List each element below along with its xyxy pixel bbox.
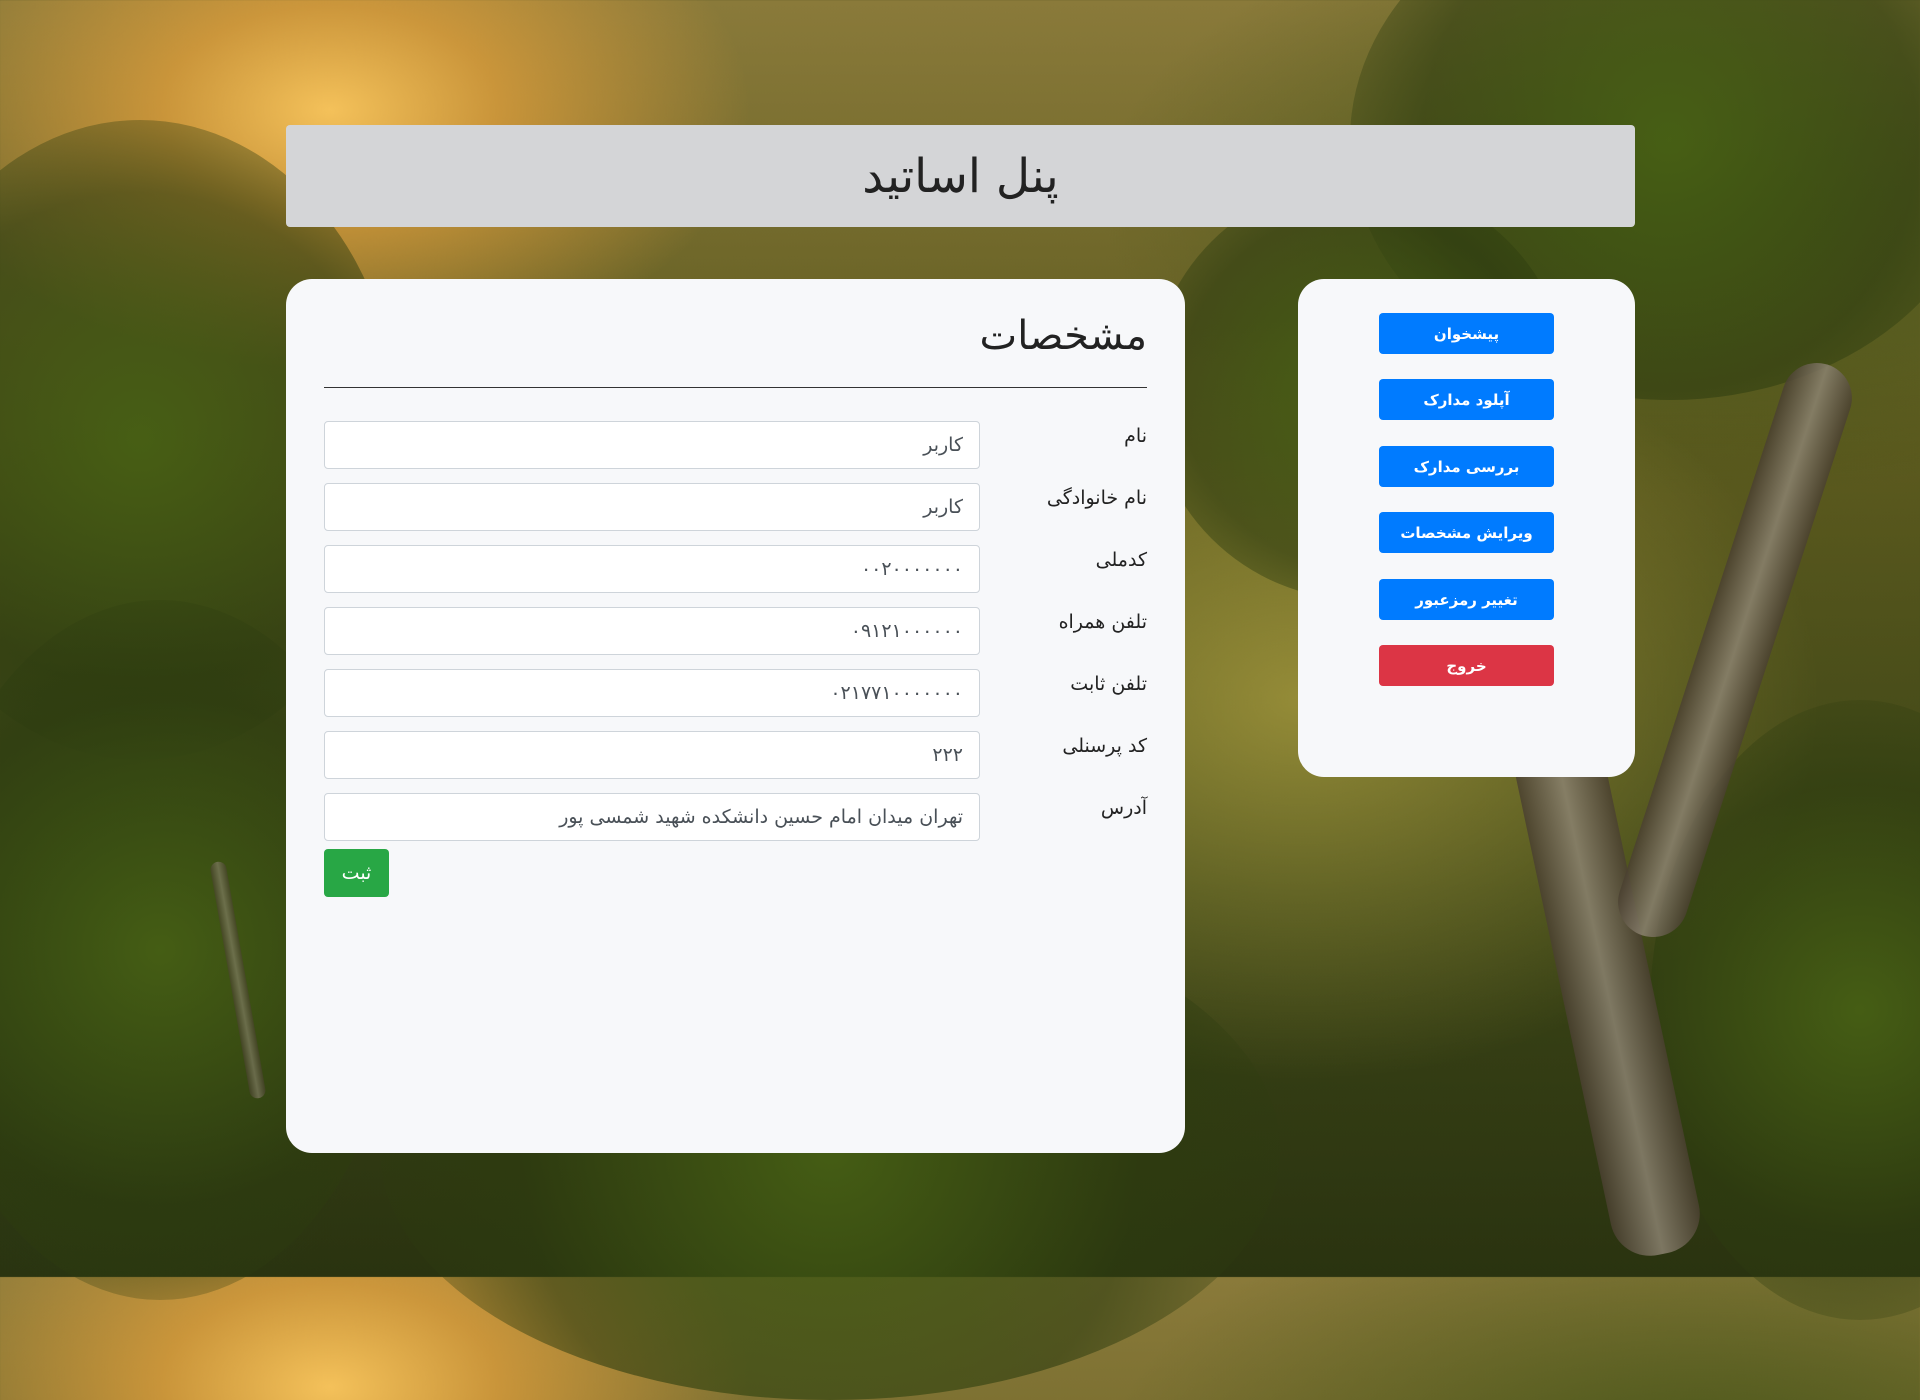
submit-button[interactable]: ثبت bbox=[324, 849, 389, 897]
personnel-code-input[interactable] bbox=[324, 731, 980, 779]
landline-input[interactable] bbox=[324, 669, 980, 717]
last-name-label: نام خانوادگی bbox=[1046, 487, 1147, 509]
national-id-input[interactable] bbox=[324, 545, 980, 593]
section-title: مشخصات bbox=[979, 313, 1147, 359]
form-row-mobile: تلفن همراه bbox=[324, 607, 1147, 655]
form-row-national-id: کدملی bbox=[324, 545, 1147, 593]
landline-label: تلفن ثابت bbox=[1070, 673, 1147, 695]
edit-profile-button[interactable]: ویرایش مشخصات bbox=[1379, 512, 1554, 553]
form-row-last-name: نام خانوادگی bbox=[324, 483, 1147, 531]
upload-documents-button[interactable]: آپلود مدارک bbox=[1379, 379, 1554, 420]
form-row-personnel-code: کد پرسنلی bbox=[324, 731, 1147, 779]
section-divider bbox=[324, 387, 1147, 388]
address-label: آدرس bbox=[1100, 797, 1147, 819]
national-id-label: کدملی bbox=[1095, 549, 1147, 571]
form-row-address: آدرس bbox=[324, 793, 1147, 841]
first-name-label: نام bbox=[1124, 425, 1147, 447]
address-input[interactable] bbox=[324, 793, 980, 841]
mobile-input[interactable] bbox=[324, 607, 980, 655]
dashboard-button[interactable]: پیشخوان bbox=[1379, 313, 1554, 354]
sidebar-menu: پیشخوان آپلود مدارک بررسی مدارک ویرایش م… bbox=[1298, 279, 1635, 777]
first-name-input[interactable] bbox=[324, 421, 980, 469]
personnel-code-label: کد پرسنلی bbox=[1062, 735, 1147, 757]
page-header: پنل اساتید bbox=[286, 125, 1635, 227]
form-row-first-name: نام bbox=[324, 421, 1147, 469]
profile-card: مشخصات نام نام خانوادگی کدملی تلفن همراه… bbox=[286, 279, 1185, 1153]
review-documents-button[interactable]: بررسی مدارک bbox=[1379, 446, 1554, 487]
logout-button[interactable]: خروج bbox=[1379, 645, 1554, 686]
page-title: پنل اساتید bbox=[862, 148, 1059, 204]
last-name-input[interactable] bbox=[324, 483, 980, 531]
form-row-landline: تلفن ثابت bbox=[324, 669, 1147, 717]
change-password-button[interactable]: تغییر رمزعبور bbox=[1379, 579, 1554, 620]
mobile-label: تلفن همراه bbox=[1058, 611, 1147, 633]
